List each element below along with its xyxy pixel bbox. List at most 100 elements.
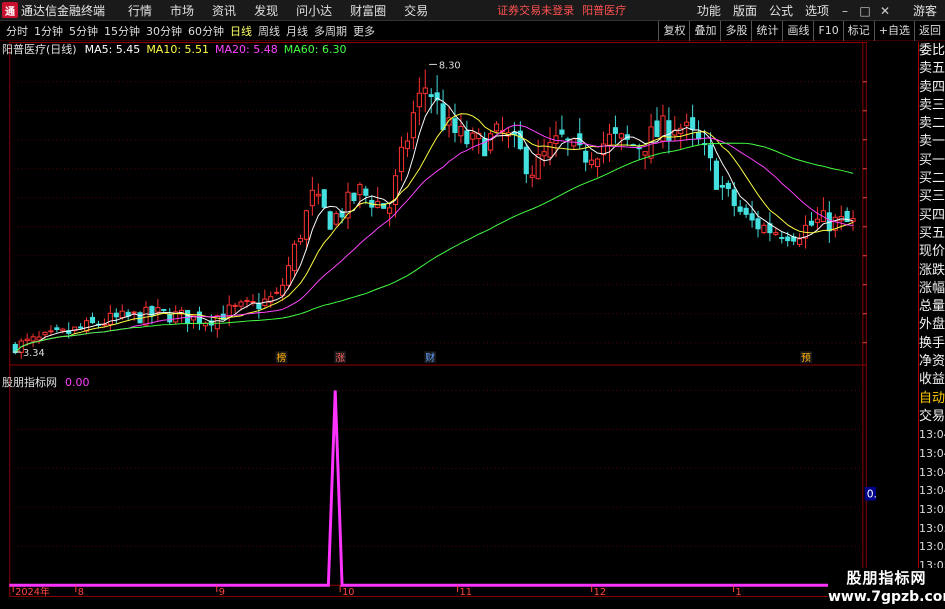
candle-up [797, 238, 803, 245]
candle-up [238, 301, 244, 307]
add-watchlist-button[interactable]: +自选 [873, 21, 914, 41]
period-30min[interactable]: 30分钟 [146, 23, 182, 39]
period-fenshi[interactable]: 分时 [6, 23, 28, 39]
candle-up [143, 306, 149, 326]
candle-down [725, 182, 731, 189]
date-label: 1 [736, 587, 742, 597]
sub-current-label: 0.47 [867, 488, 876, 501]
candle-down [440, 103, 446, 130]
menu-item-zixun[interactable]: 资讯 [212, 2, 236, 19]
candle-down [719, 185, 725, 188]
fuquan-button[interactable]: 复权 [658, 21, 689, 41]
candle-down [523, 146, 529, 175]
candle-up [119, 310, 125, 319]
candle-up [814, 218, 820, 223]
f10-button[interactable]: F10 [813, 21, 842, 41]
quote-field-label: 总量 [919, 299, 945, 315]
candle-up [398, 146, 405, 173]
ma10-value: MA10: 5.51 [146, 42, 210, 56]
candle-up [642, 151, 648, 156]
huaxian-button[interactable]: 画线 [782, 21, 813, 41]
candle-up [309, 189, 315, 207]
candle-up [470, 132, 476, 140]
period-monthly[interactable]: 月线 [286, 23, 308, 39]
auto-label[interactable]: 自动 [919, 390, 945, 408]
watermark: 股朋指标网 www.7gpzb.com [828, 568, 945, 609]
candle-down [779, 237, 785, 239]
diejia-button[interactable]: 叠加 [689, 21, 720, 41]
candle-up [589, 159, 595, 166]
biaoji-button[interactable]: 标记 [842, 21, 874, 41]
tongji-button[interactable]: 统计 [751, 21, 782, 41]
period-15min[interactable]: 15分钟 [104, 23, 140, 39]
menu-item-xuanxiang[interactable]: 选项 [805, 2, 829, 19]
trade-login-warning[interactable]: 证券交易未登录 [497, 2, 574, 18]
menu-item-gongneng[interactable]: 功能 [697, 2, 721, 19]
toolbar-right: 复权 叠加 多股 统计 画线 F10 标记 +自选 返回 [658, 21, 945, 41]
menu-item-shichang[interactable]: 市场 [170, 2, 194, 19]
candle-down [612, 127, 618, 134]
candle-up [684, 121, 690, 127]
menu-item-gongshi[interactable]: 公式 [769, 2, 793, 19]
sub-indicator-line [9, 390, 863, 587]
period-60min[interactable]: 60分钟 [188, 23, 224, 39]
ma60-value: MA60: 6.30 [283, 42, 347, 56]
menubar-right: 功能 版面 公式 选项 – □ ✕ 游客 [691, 0, 945, 21]
candle-up [357, 183, 363, 196]
candle-down [452, 118, 458, 133]
candle-up [303, 210, 309, 240]
period-1min[interactable]: 1分钟 [34, 23, 63, 39]
trade-label[interactable]: 交易 [919, 408, 945, 426]
date-label: 2024年 [15, 585, 50, 597]
minimize-icon[interactable]: – [835, 4, 855, 18]
tick-time: 13:05 [919, 540, 945, 554]
menu-item-faxian[interactable]: 发现 [254, 2, 278, 19]
menu-item-jiaoyi[interactable]: 交易 [404, 2, 428, 19]
quote-field-label: 买二 [919, 171, 945, 187]
candle-up [529, 174, 535, 178]
quote-field-label: 换手 [919, 335, 945, 351]
tick-time: 13:04 [919, 484, 945, 498]
candle-up [60, 328, 66, 332]
close-icon[interactable]: ✕ [875, 4, 895, 18]
period-daily[interactable]: 日线 [230, 23, 252, 39]
current-stock-name: 阳普医疗 [582, 4, 627, 17]
candle-up [155, 307, 161, 313]
candle-up [24, 338, 30, 342]
candle-down [713, 160, 719, 190]
quote-field-label: 卖三 [919, 97, 945, 113]
tick-time: 13:05 [919, 502, 945, 516]
period-more[interactable]: 更多 [353, 23, 375, 39]
candle-up [36, 336, 42, 341]
menubar: 通 通达信金融终端 行情 市场 资讯 发现 问小达 财富圈 交易 证券交易未登录… [0, 0, 945, 21]
menu-item-banmian[interactable]: 版面 [733, 2, 757, 19]
menu-item-hangqing[interactable]: 行情 [128, 2, 152, 19]
candle-up [458, 125, 464, 137]
menu-item-caifuquan[interactable]: 财富圈 [350, 2, 386, 19]
event-marker: 预 [801, 352, 811, 364]
candle-down [167, 313, 173, 323]
candle-down [737, 206, 743, 212]
ma5-value: MA5: 5.45 [84, 42, 141, 56]
period-weekly[interactable]: 周线 [258, 23, 280, 39]
period-5min[interactable]: 5分钟 [69, 23, 98, 39]
back-button[interactable]: 返回 [914, 21, 945, 41]
date-label: 12 [594, 587, 606, 597]
menu-item-wenxiaoda[interactable]: 问小达 [296, 2, 332, 19]
quote-field-label: 买一 [919, 152, 945, 168]
candle-down [808, 220, 815, 226]
kline-chart[interactable]: 8.007.507.006.506.005.505.004.504.003.50… [0, 42, 876, 597]
maximize-icon[interactable]: □ [855, 4, 875, 18]
duogu-button[interactable]: 多股 [720, 21, 751, 41]
app-title: 通达信金融终端 [21, 3, 106, 18]
quote-field-label: 卖二 [919, 116, 945, 132]
candle-down [690, 117, 696, 130]
tick-time: 13:05 [919, 521, 945, 535]
guest-label[interactable]: 游客 [913, 2, 937, 19]
period-multi[interactable]: 多周期 [314, 23, 347, 39]
candle-up [333, 213, 339, 225]
candle-down [428, 94, 434, 98]
candle-up [422, 87, 428, 94]
candle-up [315, 193, 321, 197]
sub-indicator-legend: 股朋指标网 0.00 [2, 375, 90, 390]
